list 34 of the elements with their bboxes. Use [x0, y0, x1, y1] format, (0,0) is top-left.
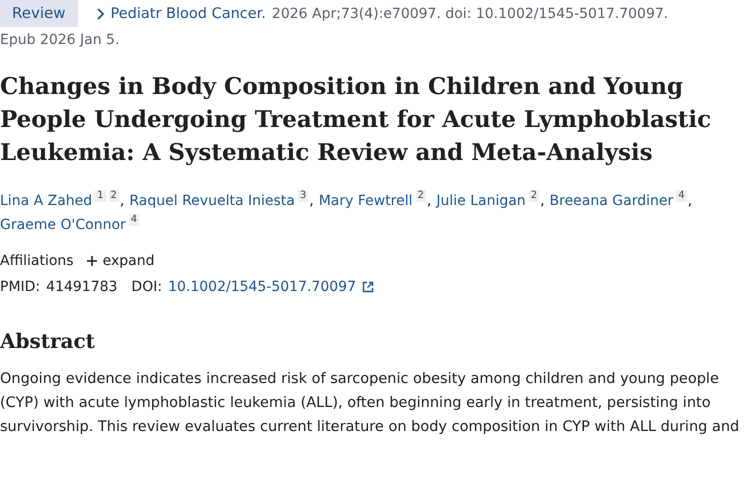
affiliation-number[interactable]: 4 [128, 214, 140, 226]
separator-comma: , [688, 192, 692, 211]
abstract-heading: Abstract [0, 329, 96, 353]
affiliation-number[interactable]: 2 [528, 190, 540, 202]
separator-comma: , [540, 192, 545, 211]
affiliation-number[interactable]: 2 [416, 190, 426, 202]
author-link[interactable]: Lina A Zahed [0, 191, 92, 211]
doi-link[interactable]: 10.1002/1545-5017.70097 [168, 279, 356, 295]
author-link[interactable]: Mary Fewtrell [318, 191, 413, 211]
chevron-icon [96, 6, 105, 20]
article-title: Changes in Body Composition in Children and Young People Undergoing Treatment for Acute Lymphoblastic Leukemia: A Systematic Review and Meta-Analysis [0, 72, 712, 168]
affiliation-number[interactable]: 1 [95, 190, 106, 202]
affiliations-label: Affiliations [0, 253, 74, 269]
abstract-text: Ongoing evidence indicates increased risk of sarcopenic obesity among children and young people (CYP) with acute lymphoblastic leukemia (ALL), often beginning early in treatment, persisting into survivorship. This review evaluates current literature on body composition in CYP with ALL during and [0, 370, 740, 437]
citation-details: 2026 Apr;73(4):e70097. doi: 10.1002/1545-5017.70097. [272, 6, 668, 22]
author-link[interactable]: Graeme O'Connor [0, 215, 126, 235]
article-type-badge: Review [0, 0, 78, 27]
pmid-value: 41491783 [46, 279, 118, 295]
separator-comma: , [426, 192, 432, 211]
epub-date: Epub 2026 Jan 5. [0, 32, 120, 48]
author-link[interactable]: Julie Lanigan [436, 191, 526, 211]
author-link[interactable]: Raquel Revuelta Iniesta [129, 191, 295, 211]
separator-comma: , [120, 192, 124, 211]
affiliation-number[interactable]: 3 [298, 190, 308, 202]
external-link-icon [362, 281, 374, 293]
expand-button[interactable]: expand [86, 253, 154, 269]
separator-comma: , [309, 192, 314, 211]
journal-link[interactable]: Pediatr Blood Cancer. [110, 6, 266, 22]
author-link[interactable]: Breeana Gardiner [550, 191, 674, 211]
affiliation-number[interactable]: 4 [676, 190, 687, 202]
pmid-label: PMID: [0, 279, 40, 295]
affiliation-number[interactable]: 2 [108, 190, 119, 202]
doi-label: DOI: [131, 279, 162, 295]
plus-icon [86, 255, 98, 267]
